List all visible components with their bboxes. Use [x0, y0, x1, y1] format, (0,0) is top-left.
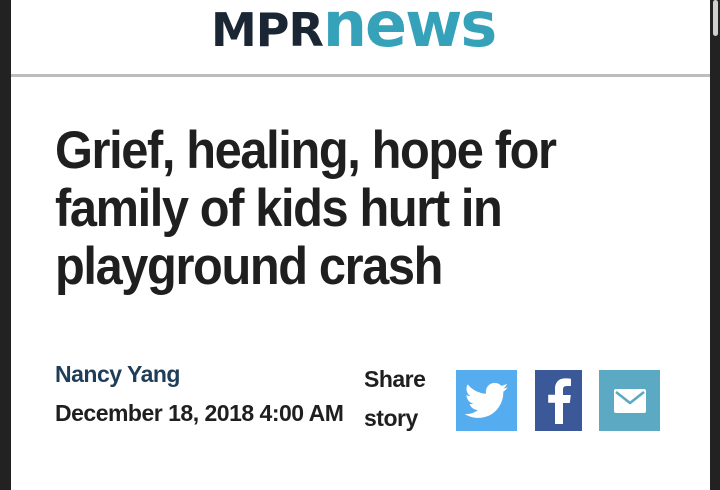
logo-mpr-text: MPR	[211, 3, 324, 57]
site-header: MPRnews	[11, 0, 710, 77]
scrollbar[interactable]	[710, 0, 720, 490]
mpr-news-logo[interactable]: MPRnews	[211, 0, 497, 57]
publish-date: December 18, 2018 4:00 AM	[55, 400, 344, 426]
share-twitter-button[interactable]	[456, 370, 517, 431]
author-link[interactable]: Nancy Yang	[55, 355, 345, 394]
facebook-icon	[547, 377, 571, 424]
share-email-button[interactable]	[599, 370, 660, 431]
page: MPRnews Grief, healing, hope for family …	[11, 0, 710, 490]
article-headline: Grief, healing, hope for family of kids …	[55, 121, 557, 296]
byline: Nancy Yang December 18, 2018 4:00 AM	[55, 355, 345, 433]
email-icon	[613, 388, 646, 413]
logo-news-text: news	[322, 0, 497, 61]
share-story-label: Share story	[364, 366, 426, 431]
share-facebook-button[interactable]	[535, 370, 582, 431]
twitter-icon	[464, 382, 508, 418]
scrollbar-thumb[interactable]	[713, 0, 718, 36]
